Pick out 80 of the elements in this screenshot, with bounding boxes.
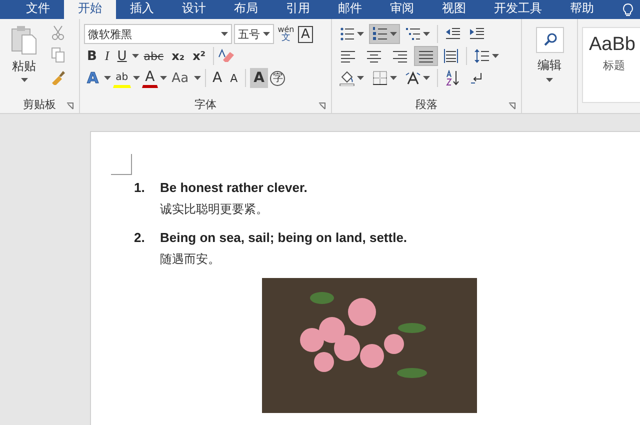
group-label: 段落 bbox=[416, 96, 438, 112]
italic-button[interactable]: I bbox=[102, 46, 112, 66]
ribbon-tab[interactable]: 帮助 bbox=[556, 0, 608, 19]
caret-icon bbox=[492, 54, 499, 58]
font-name-field[interactable]: 微软雅黑 bbox=[84, 24, 232, 44]
translation-text: 诚实比聪明更要紧。 bbox=[160, 201, 269, 218]
list-number: 1. bbox=[134, 180, 146, 195]
caret-icon bbox=[390, 32, 397, 36]
paste-button[interactable]: 粘贴 bbox=[4, 23, 44, 95]
ribbon-tab[interactable]: 视图 bbox=[428, 0, 480, 19]
editing-button[interactable]: 编辑 bbox=[536, 27, 564, 82]
caret-icon bbox=[104, 76, 111, 80]
grow-font-button[interactable]: A bbox=[210, 68, 226, 88]
list-item-text: Being on sea, sail; being on land, settle. bbox=[160, 230, 408, 245]
caret-icon bbox=[132, 54, 139, 58]
highlight-button[interactable]: ab bbox=[112, 68, 132, 88]
caret-icon bbox=[423, 32, 430, 36]
borders-icon bbox=[372, 70, 388, 86]
justify-button[interactable] bbox=[414, 46, 438, 66]
translation-text: 随遇而安。 bbox=[160, 251, 221, 268]
ribbon-tab[interactable]: 审阅 bbox=[376, 0, 428, 19]
line-spacing-icon bbox=[474, 48, 490, 64]
multilevel-list-icon bbox=[405, 26, 421, 42]
shrink-font-button[interactable]: A bbox=[227, 68, 241, 88]
numbered-list-icon bbox=[372, 26, 388, 42]
paint-bucket-icon bbox=[339, 70, 355, 86]
ribbon-tab[interactable]: 设计 bbox=[168, 0, 220, 19]
ribbon-tab[interactable]: 插入 bbox=[116, 0, 168, 19]
bullet-list-icon bbox=[339, 26, 355, 42]
decrease-indent-icon bbox=[445, 26, 461, 42]
asian-layout-icon bbox=[405, 70, 421, 86]
font-size-field[interactable]: 五号 bbox=[234, 24, 274, 44]
group-label: 剪贴板 bbox=[23, 96, 56, 112]
increase-indent-icon bbox=[469, 26, 485, 42]
scissors-icon[interactable] bbox=[51, 25, 65, 41]
ribbon-tab[interactable]: 布局 bbox=[220, 0, 272, 19]
enclose-character-button[interactable]: 字 bbox=[270, 70, 286, 86]
caret-icon bbox=[423, 76, 430, 80]
numbering-button[interactable] bbox=[369, 24, 400, 44]
caret-icon bbox=[20, 78, 28, 82]
caret-icon bbox=[160, 76, 167, 80]
underline-button[interactable]: U bbox=[114, 46, 130, 66]
caret-icon bbox=[263, 32, 270, 36]
text-effects-button[interactable]: A bbox=[84, 68, 102, 88]
group-label: 字体 bbox=[194, 96, 216, 112]
clipboard-icon bbox=[10, 25, 38, 55]
dialog-launcher-icon[interactable] bbox=[508, 102, 516, 110]
format-painter-icon[interactable] bbox=[50, 69, 66, 85]
ribbon-tab[interactable]: 文件 bbox=[12, 0, 64, 19]
bold-button[interactable]: B bbox=[84, 46, 100, 66]
margin-corner-mark bbox=[111, 154, 132, 175]
change-case-button[interactable]: Aa bbox=[168, 68, 192, 88]
character-shading-button[interactable]: A bbox=[250, 68, 268, 88]
ribbon-tab[interactable]: 引用 bbox=[272, 0, 324, 19]
superscript-button[interactable]: x² bbox=[190, 46, 209, 66]
subscript-button[interactable]: x₂ bbox=[168, 46, 188, 66]
ribbon-tab[interactable]: 开始 bbox=[64, 0, 116, 19]
ribbon-tab[interactable]: 开发工具 bbox=[480, 0, 556, 19]
lightbulb-icon[interactable] bbox=[622, 3, 634, 17]
eraser-icon[interactable] bbox=[218, 48, 236, 64]
phonetic-guide-button[interactable]: wén 文 bbox=[276, 25, 296, 43]
caret-icon bbox=[546, 78, 553, 82]
list-item-text: Be honest rather clever. bbox=[160, 180, 308, 195]
caret-icon bbox=[357, 32, 364, 36]
caret-icon bbox=[357, 76, 364, 80]
character-border-button[interactable]: A bbox=[298, 26, 313, 42]
caret-icon bbox=[133, 76, 140, 80]
caret-icon bbox=[221, 32, 228, 36]
caret-icon bbox=[194, 76, 201, 80]
sort-icon bbox=[445, 70, 461, 86]
ribbon-tab[interactable]: 邮件 bbox=[324, 0, 376, 19]
dialog-launcher-icon[interactable] bbox=[318, 102, 326, 110]
caret-icon bbox=[390, 76, 397, 80]
font-color-button[interactable]: A bbox=[142, 68, 158, 88]
search-icon bbox=[536, 27, 564, 53]
distributed-align-icon bbox=[443, 48, 459, 64]
style-gallery-item[interactable]: AaBb 标题 bbox=[582, 27, 640, 103]
list-number: 2. bbox=[134, 230, 146, 245]
dialog-launcher-icon[interactable] bbox=[66, 102, 74, 110]
strikethrough-button[interactable]: abc bbox=[140, 46, 167, 66]
